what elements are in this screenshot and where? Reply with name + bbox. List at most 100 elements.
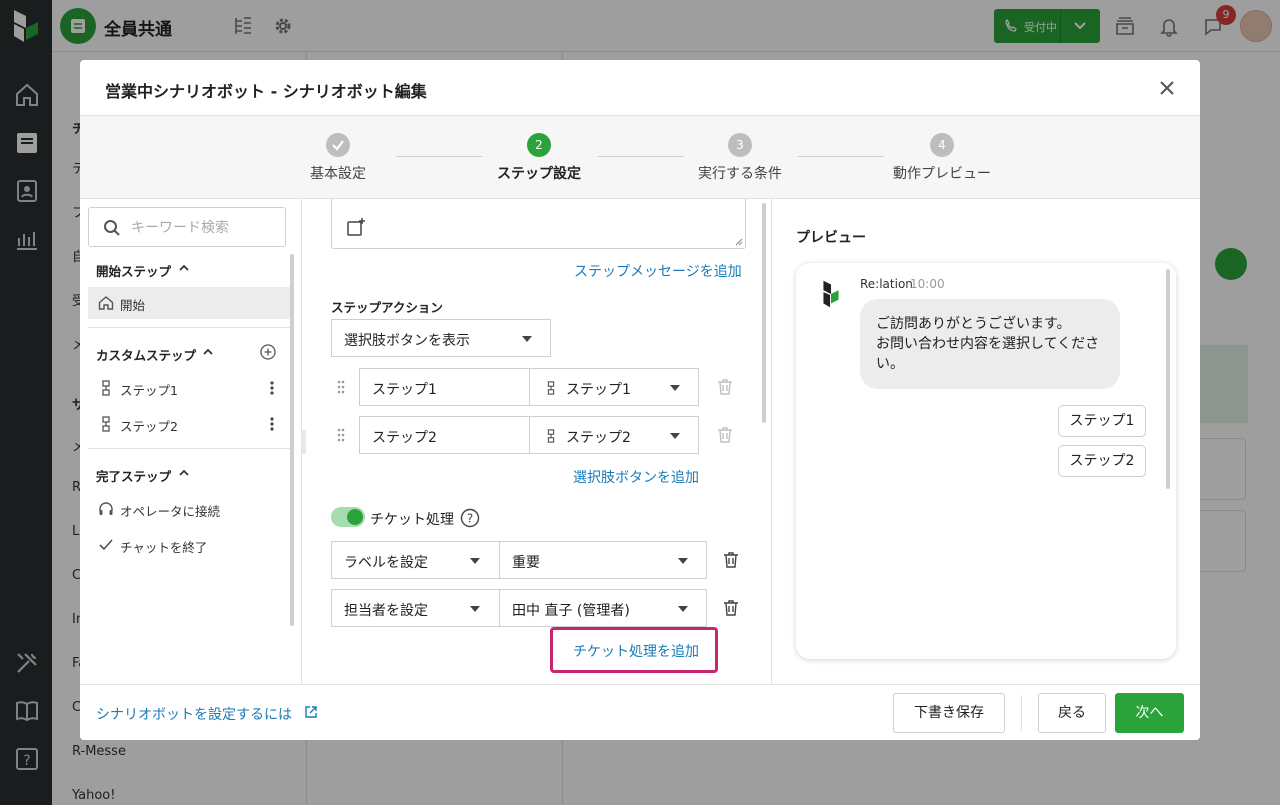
step-number: 2 <box>527 133 551 157</box>
bot-message-bubble: ご訪問ありがとうございます。 お問い合わせ内容を選択してくださ い。 <box>860 299 1120 389</box>
step-number: 4 <box>930 133 954 157</box>
step-message-textarea[interactable] <box>331 199 746 249</box>
search-icon <box>103 219 121 237</box>
ticket-action-select[interactable]: 担当者を設定 <box>331 589 501 627</box>
home-icon <box>98 295 114 311</box>
message-time: 10:00 <box>910 277 945 291</box>
add-ticket-processing-link[interactable]: チケット処理を追加 <box>573 641 699 661</box>
search-input[interactable] <box>131 217 276 239</box>
tree-item-start[interactable]: 開始 <box>88 287 290 319</box>
chevron-up-icon[interactable] <box>178 262 190 274</box>
ticket-action: ラベルを設定 <box>344 555 428 571</box>
caret-down-icon <box>670 385 680 391</box>
tree-item-step1[interactable]: ステップ1 <box>88 372 290 404</box>
ticket-value-select[interactable]: 重要 <box>499 541 707 579</box>
step-number: 3 <box>728 133 752 157</box>
select-value: 選択肢ボタンを表示 <box>344 333 470 349</box>
step-basic-settings[interactable]: 基本設定 <box>268 116 408 199</box>
caret-down-icon <box>678 558 688 564</box>
chevron-up-icon[interactable] <box>178 467 190 479</box>
tree-item-connect-operator[interactable]: オペレータに接続 <box>88 493 290 525</box>
bot-logo-icon <box>816 277 846 311</box>
next-button[interactable]: 次へ <box>1115 693 1184 733</box>
step-node-icon <box>98 416 114 432</box>
dialog-header: 営業中シナリオボット - シナリオボット編集 <box>80 60 1200 116</box>
message-line: い。 <box>876 356 904 372</box>
choice-target-select[interactable]: ステップ2 <box>529 416 699 454</box>
scenario-bot-edit-dialog: 営業中シナリオボット - シナリオボット編集 基本設定 2 ステップ設定 3 実… <box>80 60 1200 740</box>
choice-text: ステップ1 <box>372 382 437 398</box>
step-step-settings[interactable]: 2 ステップ設定 <box>469 116 609 199</box>
step-node-icon <box>547 381 555 395</box>
trash-icon[interactable] <box>722 551 740 569</box>
wizard-stepper: 基本設定 2 ステップ設定 3 実行する条件 4 動作プレビュー <box>80 116 1200 199</box>
step-execution-conditions[interactable]: 3 実行する条件 <box>670 116 810 199</box>
caret-down-icon <box>522 336 532 342</box>
step-tree-pane: 開始ステップ 開始 カスタムステップ ステップ1 <box>80 199 302 684</box>
check-icon <box>326 133 350 157</box>
trash-icon[interactable] <box>716 426 734 444</box>
drag-handle-icon[interactable] <box>336 427 346 443</box>
more-vertical-icon[interactable] <box>264 416 280 432</box>
preview-choice-button[interactable]: ステップ2 <box>1058 445 1146 477</box>
caret-down-icon <box>678 606 688 612</box>
question-circle-icon[interactable]: ? <box>460 508 480 528</box>
editor-scrollbar[interactable] <box>762 203 766 423</box>
svg-text:?: ? <box>467 512 473 526</box>
trash-icon[interactable] <box>722 599 740 617</box>
step-action-select[interactable]: 選択肢ボタンを表示 <box>331 319 551 357</box>
message-line: お問い合わせ内容を選択してくださ <box>876 336 1100 352</box>
add-circle-icon[interactable] <box>260 344 276 360</box>
ticket-value: 田中 直子 (管理者) <box>512 603 630 619</box>
step-label: 実行する条件 <box>698 166 782 182</box>
keyword-search <box>88 207 286 247</box>
preview-title: プレビュー <box>796 230 866 246</box>
choice-target-select[interactable]: ステップ1 <box>529 368 699 406</box>
resize-grip-icon[interactable] <box>733 236 743 246</box>
preview-choice-button[interactable]: ステップ1 <box>1058 405 1146 437</box>
left-pane-scrollbar[interactable] <box>290 254 294 626</box>
help-setup-link[interactable]: シナリオボットを設定するには <box>96 704 292 724</box>
check-icon <box>98 537 114 553</box>
ticket-action-select[interactable]: ラベルを設定 <box>331 541 501 579</box>
message-line: ご訪問ありがとうございます。 <box>876 316 1071 332</box>
step-editor-pane: ステップメッセージを追加 ステップアクション 選択肢ボタンを表示 ステップ1 ス… <box>306 199 772 684</box>
step-label: 基本設定 <box>310 166 366 182</box>
ticket-value-select[interactable]: 田中 直子 (管理者) <box>499 589 707 627</box>
ticket-processing-toggle[interactable] <box>331 507 365 527</box>
close-icon[interactable] <box>1158 79 1176 97</box>
caret-down-icon <box>670 433 680 439</box>
chevron-up-icon[interactable] <box>202 346 214 358</box>
ticket-processing-label: チケット処理 <box>370 512 454 528</box>
add-attachment-icon[interactable] <box>346 217 366 237</box>
dialog-title: 営業中シナリオボット - シナリオボット編集 <box>105 82 427 101</box>
step-node-icon <box>98 380 114 396</box>
preview-scrollbar[interactable] <box>1166 269 1170 489</box>
step-action-label: ステップアクション <box>331 300 443 315</box>
ticket-value: 重要 <box>512 555 540 571</box>
step-node-icon <box>547 429 555 443</box>
step-behavior-preview[interactable]: 4 動作プレビュー <box>872 116 1012 199</box>
tree-item-label: オペレータに接続 <box>120 504 221 519</box>
choice-text-input[interactable]: ステップ1 <box>359 368 530 406</box>
more-vertical-icon[interactable] <box>264 380 280 396</box>
chat-preview-card: Re:lation 10:00 ご訪問ありがとうございます。 お問い合わせ内容を… <box>796 263 1176 659</box>
ticket-action: 担当者を設定 <box>344 603 428 619</box>
tree-item-step2[interactable]: ステップ2 <box>88 408 290 440</box>
drag-handle-icon[interactable] <box>336 379 346 395</box>
external-link-icon[interactable] <box>304 705 318 719</box>
caret-down-icon <box>470 558 480 564</box>
choice-target: ステップ1 <box>566 382 631 398</box>
step-label: ステップ設定 <box>497 166 581 182</box>
trash-icon[interactable] <box>716 378 734 396</box>
complete-step-heading: 完了ステップ <box>96 469 172 484</box>
tree-item-label: ステップ2 <box>120 419 178 434</box>
add-choice-button-link[interactable]: 選択肢ボタンを追加 <box>573 467 699 487</box>
choice-text-input[interactable]: ステップ2 <box>359 416 530 454</box>
tree-item-end-chat[interactable]: チャットを終了 <box>88 529 290 561</box>
save-draft-button[interactable]: 下書き保存 <box>893 693 1005 733</box>
back-button[interactable]: 戻る <box>1038 693 1106 733</box>
caret-down-icon <box>470 606 480 612</box>
add-step-message-link[interactable]: ステップメッセージを追加 <box>574 261 742 281</box>
start-step-heading: 開始ステップ <box>96 264 172 279</box>
